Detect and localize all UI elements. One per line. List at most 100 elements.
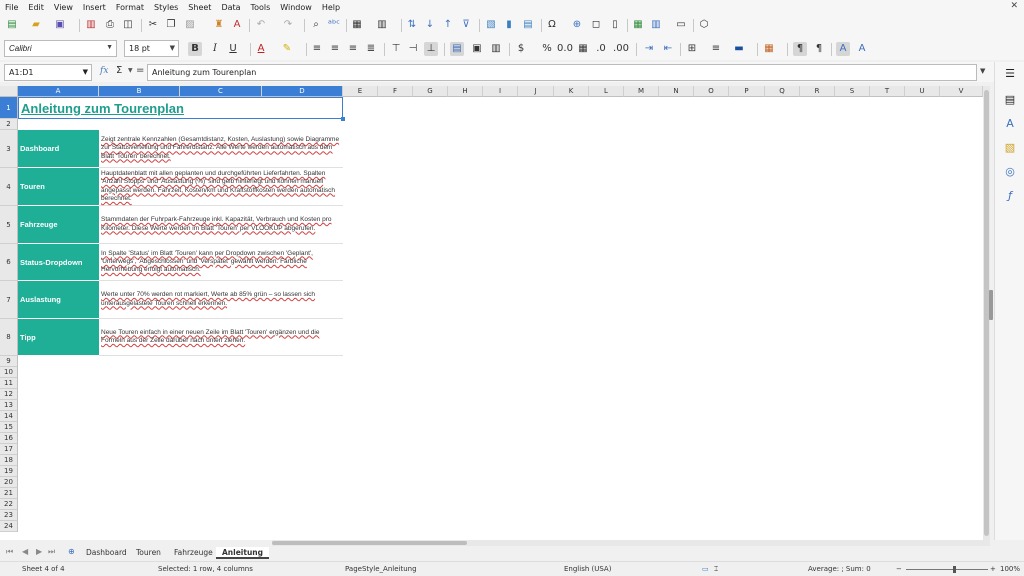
autofilter-icon[interactable]: ⊽ bbox=[459, 18, 473, 32]
row-header[interactable]: 6 bbox=[0, 244, 18, 281]
freeze-rows-columns-icon[interactable]: ▥ bbox=[649, 18, 663, 32]
open-folder-icon[interactable]: ▰ bbox=[29, 18, 43, 32]
autofill-handle[interactable] bbox=[341, 117, 345, 121]
hyperlink-icon[interactable]: ⊕ bbox=[570, 18, 584, 32]
redo-icon[interactable]: ↷ bbox=[281, 18, 295, 32]
spelling-icon[interactable]: ᵃᵇᶜ bbox=[327, 18, 341, 32]
section-label-cell[interactable]: Fahrzeuge bbox=[18, 206, 99, 244]
formula-input[interactable]: Anleitung zum Tourenplan bbox=[147, 64, 977, 81]
section-description-cell[interactable]: Neue Touren einfach in einer neuen Zeile… bbox=[99, 319, 343, 356]
bold-icon[interactable]: B bbox=[188, 42, 202, 56]
chevron-down-icon[interactable]: ▼ bbox=[83, 68, 88, 76]
left-to-right-icon[interactable]: ¶ bbox=[793, 42, 807, 56]
border-color-icon[interactable]: ▬ bbox=[732, 42, 746, 56]
paste-icon[interactable]: ▨ bbox=[183, 18, 197, 32]
row-header[interactable]: 10 bbox=[0, 367, 18, 378]
properties-icon[interactable]: ▤ bbox=[1003, 92, 1017, 106]
row-header[interactable]: 14 bbox=[0, 411, 18, 422]
column-header[interactable]: N bbox=[659, 86, 694, 97]
add-sheet-icon[interactable]: ⊕ bbox=[68, 547, 75, 556]
menu-window[interactable]: Window bbox=[275, 3, 317, 12]
column-icon[interactable]: ▥ bbox=[375, 18, 389, 32]
percent-format-icon[interactable]: % bbox=[540, 42, 554, 56]
select-all-corner[interactable] bbox=[0, 86, 18, 97]
column-header[interactable]: C bbox=[180, 86, 262, 97]
clear-formatting-icon[interactable]: A bbox=[230, 18, 244, 32]
tab-fahrzeuge[interactable]: Fahrzeuge bbox=[168, 547, 219, 559]
justify-icon[interactable]: ≣ bbox=[364, 42, 378, 56]
column-header[interactable]: Q bbox=[765, 86, 800, 97]
define-print-area-icon[interactable]: ▦ bbox=[631, 18, 645, 32]
column-header[interactable]: G bbox=[413, 86, 448, 97]
save-icon[interactable]: ▣ bbox=[53, 18, 67, 32]
row-header[interactable]: 16 bbox=[0, 433, 18, 444]
first-sheet-icon[interactable]: ⏮ bbox=[6, 547, 13, 557]
text-direction-vertical-icon[interactable]: A bbox=[855, 42, 869, 56]
name-box[interactable]: A1:D1 ▼ bbox=[4, 64, 92, 81]
section-label-cell[interactable]: Status-Dropdown bbox=[18, 244, 99, 281]
wrap-text-icon[interactable]: ▤ bbox=[450, 42, 464, 56]
column-header[interactable]: B bbox=[99, 86, 180, 97]
navigator-icon[interactable]: ◎ bbox=[1003, 164, 1017, 178]
print-preview-icon[interactable]: ◫ bbox=[121, 18, 135, 32]
number-format-icon[interactable]: 0.0 bbox=[557, 42, 573, 56]
pivot-table-icon[interactable]: ▤ bbox=[521, 18, 535, 32]
column-header[interactable]: V bbox=[940, 86, 983, 97]
selection-mode-icon[interactable]: ▭ bbox=[702, 565, 709, 573]
sort-icon[interactable]: ⇅ bbox=[405, 18, 419, 32]
functions-icon[interactable]: ƒ bbox=[1003, 188, 1017, 202]
align-right-icon[interactable]: ≡ bbox=[346, 42, 360, 56]
column-header[interactable]: A bbox=[18, 86, 99, 97]
last-sheet-icon[interactable]: ⏭ bbox=[48, 547, 55, 557]
font-color-icon[interactable]: A bbox=[254, 42, 268, 56]
date-format-icon[interactable]: ▦ bbox=[576, 42, 590, 56]
section-description-cell[interactable]: Stammdaten der Fuhrpark-Fahrzeuge inkl. … bbox=[99, 206, 343, 244]
insert-image-icon[interactable]: ▧ bbox=[484, 18, 498, 32]
chevron-down-icon[interactable]: ▼ bbox=[106, 44, 113, 51]
menu-insert[interactable]: Insert bbox=[78, 3, 111, 12]
menu-tools[interactable]: Tools bbox=[246, 3, 276, 12]
row-header[interactable]: 7 bbox=[0, 281, 18, 319]
column-header[interactable]: R bbox=[800, 86, 835, 97]
section-label-cell[interactable]: Touren bbox=[18, 168, 99, 206]
increase-indent-icon[interactable]: ⇥ bbox=[642, 42, 656, 56]
underline-icon[interactable]: U bbox=[226, 42, 240, 56]
tab-dashboard[interactable]: Dashboard bbox=[80, 547, 133, 559]
italic-icon[interactable]: I bbox=[208, 42, 222, 56]
section-label-cell[interactable]: Auslastung bbox=[18, 281, 99, 319]
chevron-down-icon[interactable]: ▼ bbox=[128, 67, 133, 74]
zoom-slider-knob[interactable] bbox=[953, 566, 956, 573]
delete-decimal-icon[interactable]: .00 bbox=[613, 42, 629, 56]
zoom-in-icon[interactable]: + bbox=[990, 565, 996, 573]
align-center-icon[interactable]: ≡ bbox=[328, 42, 342, 56]
sidebar-splitter-handle[interactable] bbox=[989, 290, 993, 320]
clone-formatting-icon[interactable]: ♜ bbox=[212, 18, 226, 32]
sheet-title-cell[interactable]: Anleitung zum Tourenplan bbox=[18, 97, 345, 121]
next-sheet-icon[interactable]: ▶ bbox=[36, 547, 42, 556]
special-character-icon[interactable]: Ω bbox=[545, 18, 559, 32]
column-header[interactable]: M bbox=[624, 86, 659, 97]
column-header[interactable]: J bbox=[518, 86, 554, 97]
decrease-indent-icon[interactable]: ⇤ bbox=[661, 42, 675, 56]
center-vertically-icon[interactable]: ⊣ bbox=[406, 42, 420, 56]
column-header[interactable]: H bbox=[448, 86, 483, 97]
chevron-down-icon[interactable]: ▼ bbox=[170, 44, 175, 52]
highlight-color-icon[interactable]: ✎ bbox=[280, 42, 294, 56]
zoom-slider[interactable] bbox=[906, 569, 988, 570]
row-header[interactable]: 20 bbox=[0, 477, 18, 488]
row-header[interactable]: 4 bbox=[0, 168, 18, 206]
font-name-box[interactable]: Calibri ▼ bbox=[4, 40, 117, 57]
row-header[interactable]: 21 bbox=[0, 488, 18, 499]
sidebar-menu-icon[interactable]: ☰ bbox=[1003, 66, 1017, 80]
column-header[interactable]: T bbox=[870, 86, 905, 97]
column-header[interactable]: D bbox=[262, 86, 343, 97]
menu-styles[interactable]: Styles bbox=[149, 3, 183, 12]
page-style[interactable]: PageStyle_Anleitung bbox=[345, 565, 417, 573]
column-header[interactable]: I bbox=[483, 86, 518, 97]
menu-view[interactable]: View bbox=[49, 3, 78, 12]
spreadsheet-grid[interactable]: A B C D E F G H I J K L M N O P Q R S T … bbox=[0, 86, 990, 540]
row-header[interactable]: 22 bbox=[0, 499, 18, 510]
styles-icon[interactable]: A bbox=[1003, 116, 1017, 130]
column-header[interactable]: S bbox=[835, 86, 870, 97]
undo-icon[interactable]: ↶ bbox=[254, 18, 268, 32]
